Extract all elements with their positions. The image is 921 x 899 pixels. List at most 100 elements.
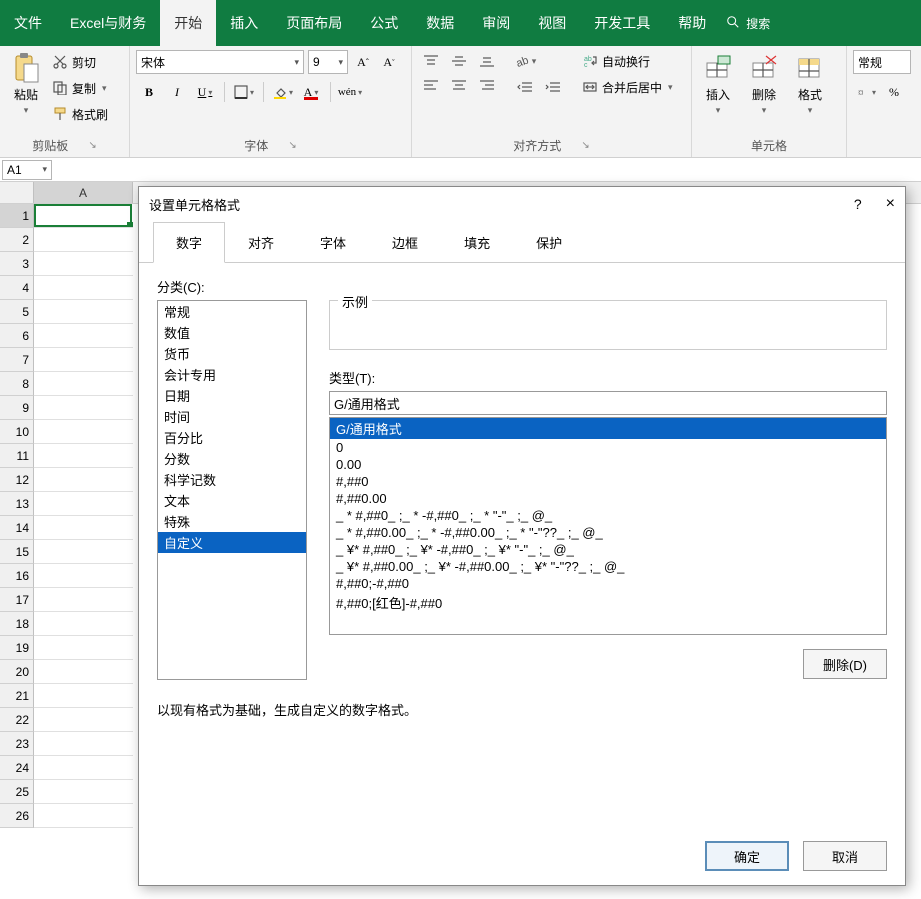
- format-item[interactable]: #,##0: [330, 473, 886, 490]
- copy-button[interactable]: 复制▾: [52, 76, 108, 100]
- clipboard-launcher-icon[interactable]: ↘: [88, 140, 96, 151]
- dlg-tab-border[interactable]: 边框: [369, 222, 441, 263]
- row-header-23[interactable]: 23: [0, 732, 34, 756]
- format-item[interactable]: #,##0;[红色]-#,##0: [330, 592, 886, 613]
- dlg-tab-align[interactable]: 对齐: [225, 222, 297, 263]
- category-item[interactable]: 文本: [158, 490, 306, 511]
- align-top-button[interactable]: [418, 50, 444, 72]
- row-header-14[interactable]: 14: [0, 516, 34, 540]
- orientation-button[interactable]: ab▾: [512, 50, 538, 72]
- phonetic-button[interactable]: wén: [337, 80, 363, 104]
- row-header-4[interactable]: 4: [0, 276, 34, 300]
- currency-button[interactable]: ¤: [853, 80, 879, 104]
- category-list[interactable]: 常规数值货币会计专用日期时间百分比分数科学记数文本特殊自定义: [157, 300, 307, 680]
- format-item[interactable]: _ ¥* #,##0.00_ ;_ ¥* -#,##0.00_ ;_ ¥* "-…: [330, 558, 886, 575]
- tab-review[interactable]: 审阅: [468, 0, 524, 46]
- row-header-21[interactable]: 21: [0, 684, 34, 708]
- col-header-A[interactable]: A: [34, 182, 133, 203]
- format-item[interactable]: _ * #,##0_ ;_ * -#,##0_ ;_ * "-"_ ;_ @_: [330, 507, 886, 524]
- row-header-22[interactable]: 22: [0, 708, 34, 732]
- tab-insert[interactable]: 插入: [216, 0, 272, 46]
- tab-finance[interactable]: Excel与财务: [56, 0, 160, 46]
- tab-home[interactable]: 开始: [160, 0, 216, 46]
- font-color-button[interactable]: A: [298, 80, 324, 104]
- tab-data[interactable]: 数据: [412, 0, 468, 46]
- row-header-8[interactable]: 8: [0, 372, 34, 396]
- font-launcher-icon[interactable]: ↘: [288, 140, 296, 151]
- format-item[interactable]: #,##0;-#,##0: [330, 575, 886, 592]
- decrease-font-button[interactable]: Aˇ: [378, 50, 400, 74]
- row-header-5[interactable]: 5: [0, 300, 34, 324]
- font-size-combo[interactable]: 9▾: [308, 50, 348, 74]
- row-header-7[interactable]: 7: [0, 348, 34, 372]
- percent-button[interactable]: %: [881, 80, 907, 104]
- align-launcher-icon[interactable]: ↘: [581, 140, 589, 151]
- bold-button[interactable]: B: [136, 80, 162, 104]
- dlg-tab-fill[interactable]: 填充: [441, 222, 513, 263]
- category-item[interactable]: 常规: [158, 301, 306, 322]
- dlg-tab-number[interactable]: 数字: [153, 222, 225, 263]
- row-header-2[interactable]: 2: [0, 228, 34, 252]
- increase-font-button[interactable]: Aˆ: [352, 50, 374, 74]
- wrap-text-button[interactable]: abc 自动换行: [578, 50, 677, 72]
- row-header-25[interactable]: 25: [0, 780, 34, 804]
- row-header-16[interactable]: 16: [0, 564, 34, 588]
- row-header-10[interactable]: 10: [0, 420, 34, 444]
- row-header-1[interactable]: 1: [0, 204, 34, 228]
- ok-button[interactable]: 确定: [705, 841, 789, 871]
- tab-view[interactable]: 视图: [524, 0, 580, 46]
- format-item[interactable]: _ * #,##0.00_ ;_ * -#,##0.00_ ;_ * "-"??…: [330, 524, 886, 541]
- category-item[interactable]: 数值: [158, 322, 306, 343]
- category-item[interactable]: 特殊: [158, 511, 306, 532]
- tab-dev[interactable]: 开发工具: [580, 0, 664, 46]
- format-list[interactable]: G/通用格式00.00#,##0#,##0.00_ * #,##0_ ;_ * …: [329, 417, 887, 635]
- format-painter-button[interactable]: 格式刷: [52, 102, 108, 126]
- category-item[interactable]: 会计专用: [158, 364, 306, 385]
- dlg-tab-font[interactable]: 字体: [297, 222, 369, 263]
- category-item[interactable]: 时间: [158, 406, 306, 427]
- row-header-13[interactable]: 13: [0, 492, 34, 516]
- type-input[interactable]: [329, 391, 887, 415]
- row-header-19[interactable]: 19: [0, 636, 34, 660]
- italic-button[interactable]: I: [164, 80, 190, 104]
- cells-grid[interactable]: [34, 204, 133, 828]
- increase-indent-button[interactable]: [540, 76, 566, 98]
- category-item[interactable]: 自定义: [158, 532, 306, 553]
- category-item[interactable]: 货币: [158, 343, 306, 364]
- row-header-26[interactable]: 26: [0, 804, 34, 828]
- decrease-indent-button[interactable]: [512, 76, 538, 98]
- align-center-button[interactable]: [446, 74, 472, 96]
- format-item[interactable]: G/通用格式: [330, 418, 886, 439]
- tab-formula[interactable]: 公式: [356, 0, 412, 46]
- border-button[interactable]: [231, 80, 257, 104]
- row-header-12[interactable]: 12: [0, 468, 34, 492]
- merge-center-button[interactable]: 合并后居中▾: [578, 76, 677, 98]
- cancel-button[interactable]: 取消: [803, 841, 887, 871]
- paste-button[interactable]: 粘贴 ▾: [6, 50, 46, 118]
- row-header-3[interactable]: 3: [0, 252, 34, 276]
- underline-button[interactable]: U: [192, 80, 218, 104]
- tab-file[interactable]: 文件: [0, 0, 56, 46]
- row-header-18[interactable]: 18: [0, 612, 34, 636]
- format-item[interactable]: #,##0.00: [330, 490, 886, 507]
- format-item[interactable]: 0.00: [330, 456, 886, 473]
- row-header-17[interactable]: 17: [0, 588, 34, 612]
- select-all-corner[interactable]: [0, 182, 34, 203]
- dialog-close-button[interactable]: ×: [886, 195, 895, 213]
- align-left-button[interactable]: [418, 74, 444, 96]
- category-item[interactable]: 百分比: [158, 427, 306, 448]
- selected-cell[interactable]: [34, 204, 132, 227]
- category-item[interactable]: 日期: [158, 385, 306, 406]
- fill-color-button[interactable]: [270, 80, 296, 104]
- format-cells-button[interactable]: 格式▾: [790, 50, 830, 118]
- dlg-tab-protect[interactable]: 保护: [513, 222, 585, 263]
- category-item[interactable]: 分数: [158, 448, 306, 469]
- search-box[interactable]: 搜索: [726, 15, 770, 32]
- cut-button[interactable]: 剪切: [52, 50, 108, 74]
- tab-layout[interactable]: 页面布局: [272, 0, 356, 46]
- delete-cells-button[interactable]: 删除▾: [744, 50, 784, 118]
- format-item[interactable]: _ ¥* #,##0_ ;_ ¥* -#,##0_ ;_ ¥* "-"_ ;_ …: [330, 541, 886, 558]
- row-header-15[interactable]: 15: [0, 540, 34, 564]
- dialog-help-button[interactable]: ?: [854, 196, 862, 212]
- align-right-button[interactable]: [474, 74, 500, 96]
